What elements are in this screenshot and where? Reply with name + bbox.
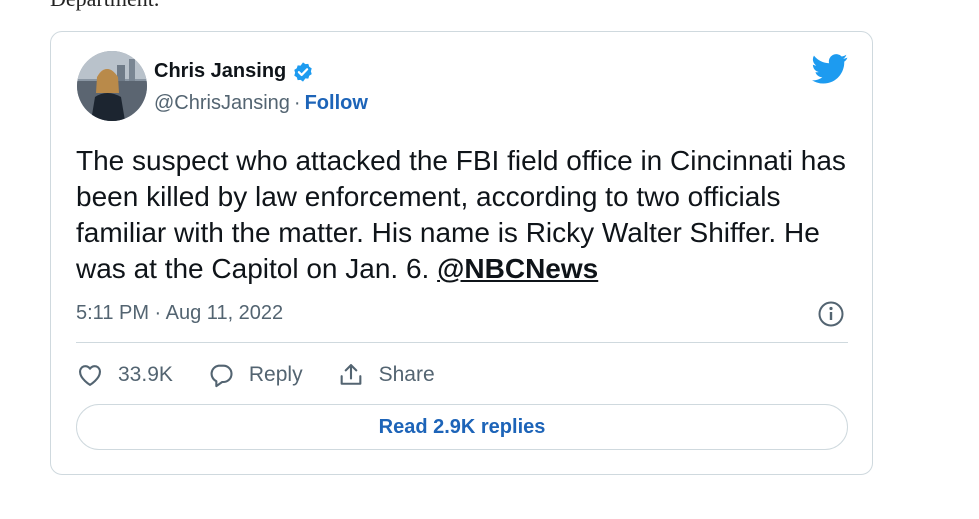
twitter-bird-icon[interactable] (812, 54, 848, 84)
divider (76, 342, 848, 343)
reply-bubble-icon (210, 364, 233, 388)
mention-link[interactable]: @NBCNews (437, 253, 598, 284)
author-name[interactable]: Chris Jansing (154, 60, 286, 83)
article-text-above: Department. (50, 0, 159, 12)
share-icon (340, 364, 361, 385)
reply-button[interactable]: Reply (207, 361, 303, 389)
read-replies-button[interactable]: Read 2.9K replies (76, 404, 848, 450)
embedded-tweet-card: Chris Jansing @ChrisJansing · Follow The s… (50, 31, 873, 475)
share-button[interactable]: Share (337, 361, 435, 389)
verified-badge-icon (292, 61, 314, 83)
avatar[interactable] (77, 51, 147, 121)
follow-button[interactable]: Follow (305, 92, 368, 114)
like-button[interactable]: 33.9K (76, 361, 173, 389)
tweet-timestamp[interactable]: 5:11 PM · Aug 11, 2022 (76, 302, 283, 325)
tweet-text: The suspect who attacked the FBI field o… (76, 143, 856, 287)
author-handle[interactable]: @ChrisJansing (154, 92, 290, 114)
info-icon[interactable] (817, 300, 845, 328)
share-label: Share (378, 363, 435, 386)
heart-icon (79, 365, 101, 386)
separator-dot: · (293, 92, 301, 114)
reply-label: Reply (248, 363, 303, 386)
like-count: 33.9K (118, 363, 173, 386)
action-bar: 33.9K Reply Share (76, 358, 469, 392)
